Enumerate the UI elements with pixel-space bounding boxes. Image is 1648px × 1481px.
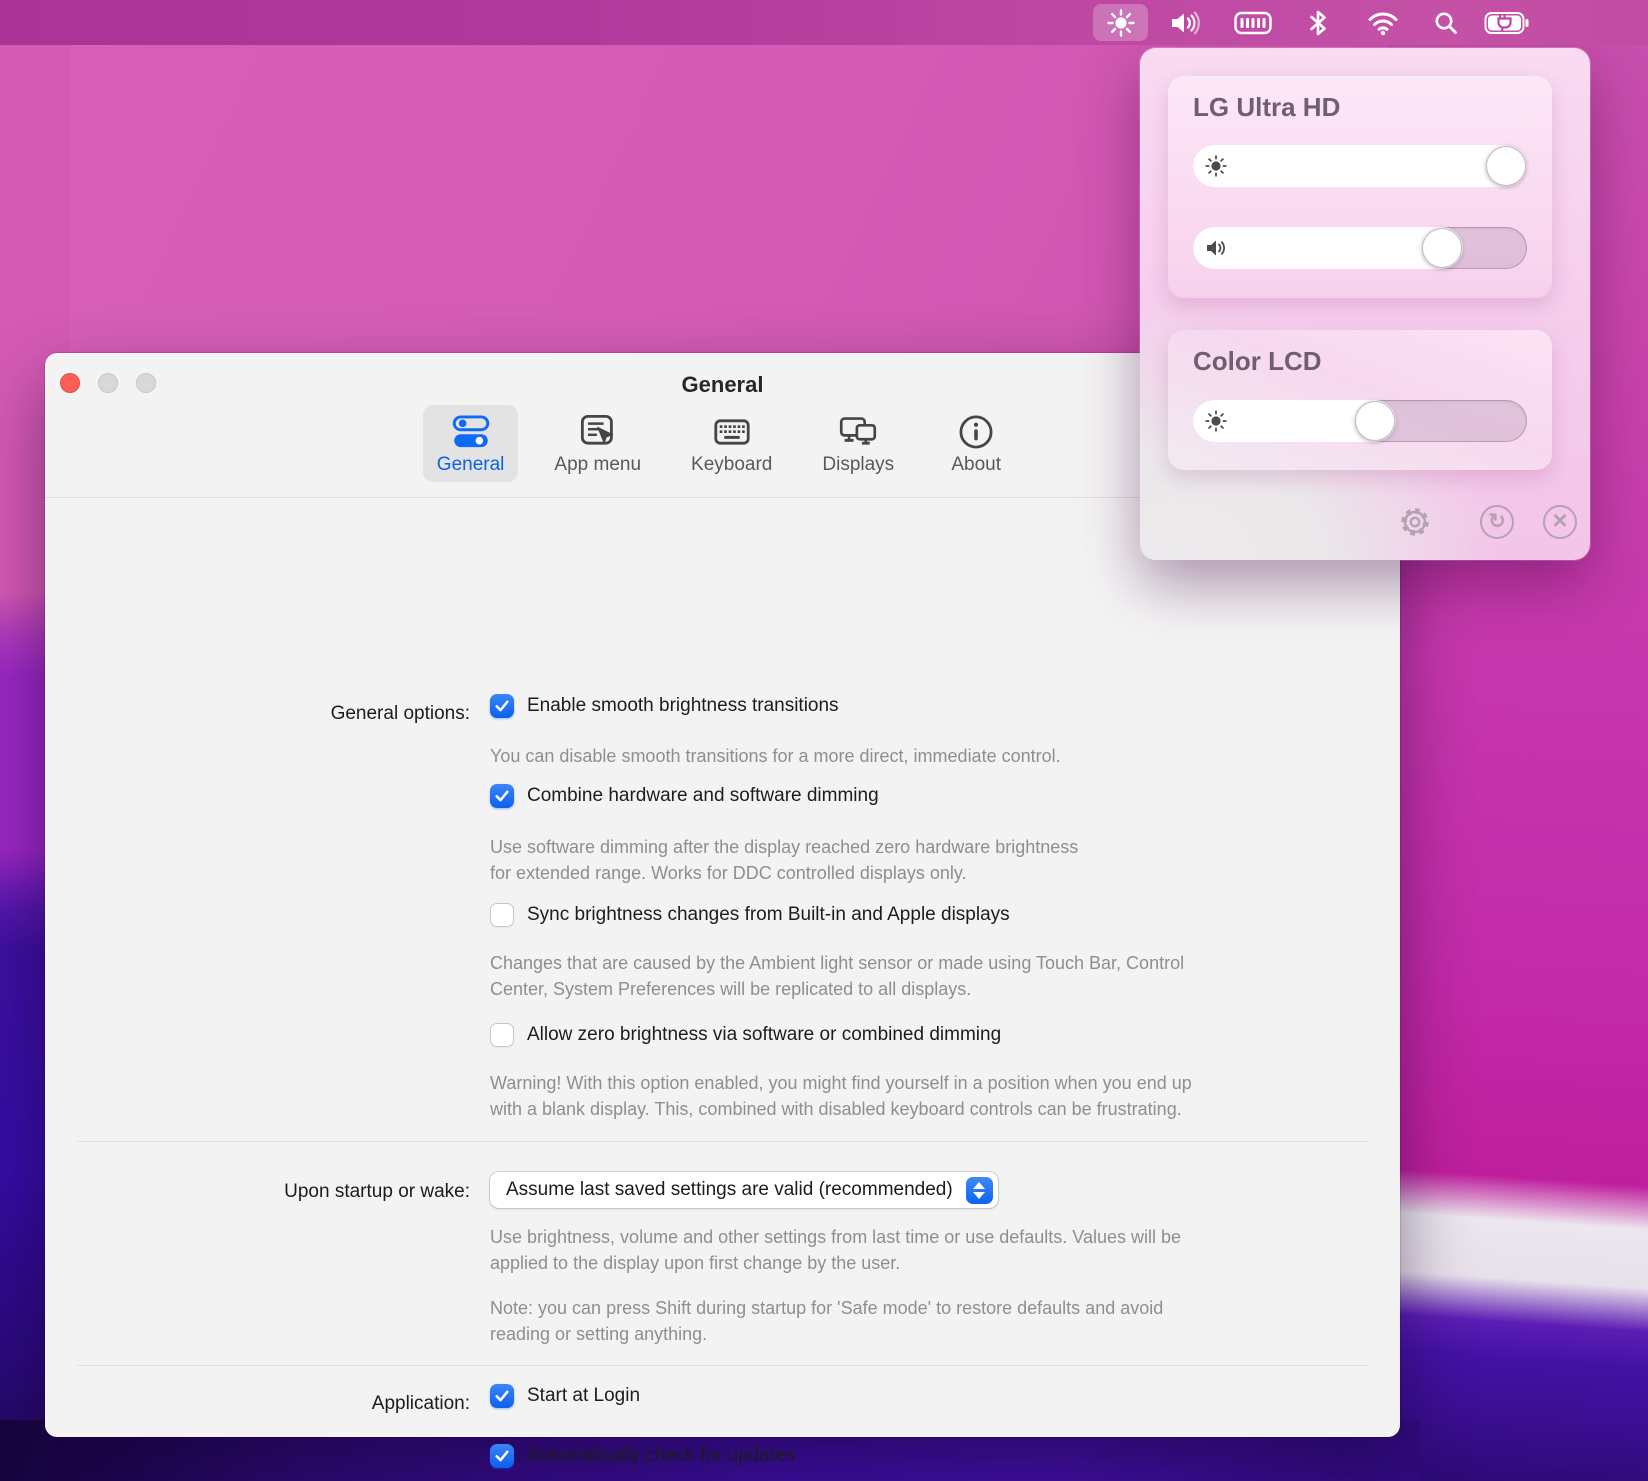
checkbox[interactable]: [490, 1384, 514, 1408]
keyboard-icon: [713, 413, 751, 451]
option-label: Automatically check for updates: [527, 1445, 795, 1467]
battery-menu-extra[interactable]: [1478, 0, 1536, 45]
option-description: You can disable smooth transitions for a…: [490, 743, 1390, 769]
option-start-at-login: Start at Login: [490, 1384, 640, 1408]
menu-bar: [0, 0, 1648, 45]
brightness-popover: LG Ultra HD: [1140, 48, 1590, 560]
bluetooth-menu-extra[interactable]: [1298, 0, 1338, 45]
option-sync-brightness: Sync brightness changes from Built-in an…: [490, 903, 1010, 927]
brightness-sun-icon: [1106, 8, 1136, 38]
checkbox[interactable]: [490, 1023, 514, 1047]
search-icon: [1433, 10, 1459, 36]
tab-label: General: [437, 454, 505, 476]
displays-icon: [839, 413, 877, 451]
brightness-sun-icon: [1205, 155, 1227, 177]
volume-slider[interactable]: [1193, 227, 1527, 269]
tab-label: Displays: [822, 454, 894, 476]
settings-gear-icon[interactable]: [1398, 505, 1432, 539]
stepper-icon: [966, 1177, 993, 1204]
toggles-icon: [452, 413, 490, 451]
option-description: Use software dimming after the display r…: [490, 834, 1390, 886]
brightness-sun-icon: [1205, 410, 1227, 432]
option-smooth-transitions: Enable smooth brightness transitions: [490, 694, 839, 718]
info-icon: [957, 413, 995, 451]
checkbox[interactable]: [490, 694, 514, 718]
startup-behavior-select[interactable]: Assume last saved settings are valid (re…: [490, 1172, 998, 1208]
wifi-menu-extra[interactable]: [1360, 0, 1406, 45]
slider-knob[interactable]: [1355, 401, 1395, 441]
option-combine-dimming: Combine hardware and software dimming: [490, 784, 879, 808]
brightness-slider[interactable]: [1193, 400, 1527, 442]
display-name: Color LCD: [1193, 346, 1322, 377]
app-menu-icon: [579, 413, 617, 451]
tab-general[interactable]: General: [423, 405, 519, 482]
startup-note: Note: you can press Shift during startup…: [490, 1295, 1390, 1347]
option-label: Sync brightness changes from Built-in an…: [527, 904, 1010, 926]
volume-speaker-icon: [1205, 237, 1227, 259]
option-description: Warning! With this option enabled, you m…: [490, 1070, 1390, 1122]
checkbox[interactable]: [490, 784, 514, 808]
battery-charging-icon: [1484, 10, 1530, 36]
section-divider: [78, 1365, 1368, 1366]
wifi-icon: [1367, 10, 1399, 36]
display-name: LG Ultra HD: [1193, 92, 1340, 123]
selected-option: Assume last saved settings are valid (re…: [506, 1179, 953, 1201]
option-label: Allow zero brightness via software or co…: [527, 1024, 1001, 1046]
option-label: Combine hardware and software dimming: [527, 785, 879, 807]
brightness-slider[interactable]: [1193, 145, 1527, 187]
keyboard-brightness-menu-extra[interactable]: [1230, 0, 1276, 45]
tab-displays[interactable]: Displays: [808, 405, 908, 482]
close-icon[interactable]: ×: [1543, 505, 1577, 539]
keyboard-brightness-icon: [1234, 10, 1272, 36]
bluetooth-icon: [1308, 9, 1328, 37]
slider-knob[interactable]: [1422, 228, 1462, 268]
brightness-menu-extra[interactable]: [1093, 4, 1148, 41]
refresh-icon[interactable]: ↻: [1480, 505, 1514, 539]
display-card-lg-ultra-hd: LG Ultra HD: [1168, 76, 1552, 298]
checkbox[interactable]: [490, 903, 514, 927]
startup-label: Upon startup or wake:: [45, 1181, 470, 1203]
search-menu-extra[interactable]: [1426, 0, 1466, 45]
display-card-color-lcd: Color LCD: [1168, 330, 1552, 470]
tab-keyboard[interactable]: Keyboard: [677, 405, 786, 482]
option-label: Start at Login: [527, 1385, 640, 1407]
startup-description: Use brightness, volume and other setting…: [490, 1224, 1390, 1276]
tab-about[interactable]: About: [930, 405, 1022, 482]
section-divider: [78, 1141, 1368, 1142]
checkbox[interactable]: [490, 1444, 514, 1468]
option-zero-brightness: Allow zero brightness via software or co…: [490, 1023, 1001, 1047]
slider-knob[interactable]: [1486, 146, 1526, 186]
tab-label: App menu: [554, 454, 641, 476]
option-label: Enable smooth brightness transitions: [527, 695, 839, 717]
general-options-label: General options:: [45, 703, 470, 725]
option-description: Changes that are caused by the Ambient l…: [490, 950, 1390, 1002]
volume-speaker-icon: [1170, 10, 1200, 36]
tab-label: Keyboard: [691, 454, 772, 476]
option-auto-update: Automatically check for updates: [490, 1444, 795, 1468]
tab-app-menu[interactable]: App menu: [540, 405, 655, 482]
tab-label: About: [951, 454, 1001, 476]
general-pane: General options: Enable smooth brightnes…: [45, 498, 1400, 1437]
volume-menu-extra[interactable]: [1160, 0, 1210, 45]
popover-actions: ↻ ×: [1140, 505, 1590, 539]
application-label: Application:: [45, 1393, 470, 1415]
desktop: General General App me: [0, 0, 1648, 1481]
